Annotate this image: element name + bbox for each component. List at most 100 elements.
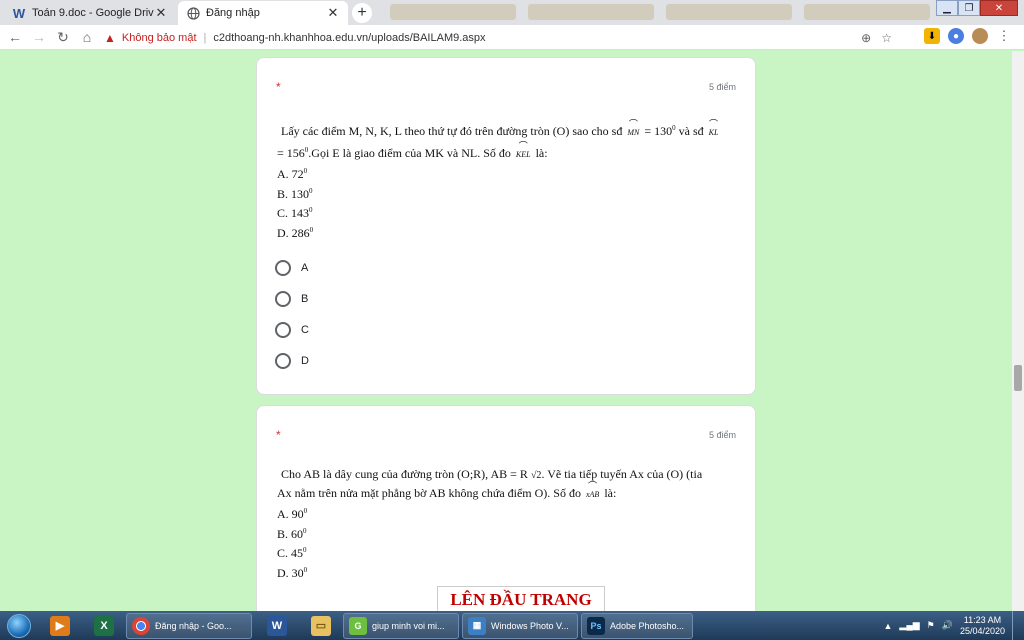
show-desktop-button[interactable] — [1012, 611, 1020, 640]
angle-notation: xAB — [584, 478, 602, 504]
task-greenshot[interactable]: G giup minh voi mi... — [343, 612, 459, 639]
window-controls: ▁ ❐ ✕ — [936, 0, 1018, 16]
question-text-part: Cho AB là dây cung của đường tròn (O;R),… — [281, 467, 528, 481]
tab-google-drive[interactable]: W Toán 9.doc - Google Drive ✕ — [4, 1, 176, 25]
answer-choice: C. 143 — [277, 206, 310, 220]
security-label: Không bảo mật — [121, 31, 197, 44]
page-content: * 5 điểm Lấy các điểm M, N, K, L theo th… — [0, 51, 1024, 611]
bookmark-star-icon[interactable]: ☆ — [881, 31, 892, 45]
task-label: giup minh voi mi... — [372, 620, 445, 631]
menu-icon[interactable]: ⋮ — [996, 28, 1012, 44]
reload-icon[interactable]: ↻ — [51, 29, 75, 46]
avatar[interactable] — [972, 28, 988, 44]
option-label: B — [301, 293, 309, 305]
pinned-media-player[interactable]: ▶ — [38, 612, 82, 639]
radio-button[interactable] — [275, 322, 291, 338]
answer-choice: D. 30 — [277, 565, 304, 580]
option-label: D — [301, 355, 309, 367]
clock[interactable]: 11:23 AM 25/04/2020 — [960, 615, 1005, 637]
answer-choice: B. 130 — [277, 186, 310, 201]
radio-option-a[interactable]: A — [275, 260, 308, 276]
close-tab-icon[interactable]: ✕ — [154, 5, 168, 21]
windows-taskbar: ▶ X Đăng nhập - Goo... W ▭ G giup minh v… — [0, 611, 1024, 640]
tab-title: Toán 9.doc - Google Drive — [32, 7, 154, 19]
word-icon: W — [267, 615, 287, 636]
address-bar[interactable]: ▲ Không bảo mật | c2dthoang-nh.khanhhoa.… — [104, 27, 914, 48]
degree-superscript: 0 — [303, 167, 308, 175]
tab-dang-nhap[interactable]: Đăng nhập ✕ — [178, 1, 348, 25]
task-photo-viewer[interactable]: ▦ Windows Photo V... — [462, 612, 578, 639]
extension-icon[interactable]: ● — [948, 28, 964, 44]
extensions-area: ⬇ ● ⋮ — [924, 28, 1012, 44]
start-button[interactable] — [0, 611, 38, 640]
task-label: Đăng nhập - Goo... — [155, 620, 232, 631]
degree-superscript: 0 — [309, 206, 313, 214]
task-chrome[interactable]: Đăng nhập - Goo... — [126, 612, 252, 639]
zoom-icon[interactable]: ⊕ — [861, 31, 871, 45]
radio-option-b[interactable]: B — [275, 291, 308, 307]
radio-option-c[interactable]: C — [275, 322, 309, 338]
answer-choice: A. 90 — [277, 507, 304, 521]
points-label: 5 điểm — [708, 82, 736, 92]
option-label: A — [301, 262, 309, 274]
pinned-word[interactable]: W — [255, 612, 299, 639]
home-icon[interactable]: ⌂ — [75, 29, 99, 45]
answer-choice: D. 286 — [277, 225, 310, 240]
question-text-part: là: — [601, 485, 617, 500]
download-extension-icon[interactable]: ⬇ — [924, 28, 940, 44]
url-text[interactable]: c2dthoang-nh.khanhhoa.edu.vn/uploads/BAI… — [213, 32, 485, 44]
forward-icon[interactable]: → — [27, 29, 51, 45]
radio-button[interactable] — [275, 291, 291, 307]
clock-time: 11:23 AM — [963, 614, 1002, 625]
degree-superscript: 0 — [303, 507, 308, 515]
minimize-button[interactable]: ▁ — [936, 0, 958, 16]
folder-icon: ▭ — [311, 615, 331, 636]
arc-notation: KL — [707, 116, 721, 142]
close-tab-icon[interactable]: ✕ — [326, 5, 340, 21]
question-text-part: Ax nằm trên nửa mặt phẳng bờ AB không ch… — [277, 485, 584, 500]
action-center-flag-icon[interactable]: ⚑ — [927, 620, 935, 631]
scrollbar-thumb[interactable] — [1014, 365, 1022, 391]
security-indicator[interactable]: ▲ Không bảo mật — [104, 31, 197, 45]
question-text-part: = 156 — [277, 145, 305, 160]
media-player-icon: ▶ — [50, 615, 70, 636]
task-photoshop[interactable]: Ps Adobe Photosho... — [581, 612, 693, 639]
new-tab-button[interactable]: + — [352, 3, 372, 23]
windows-orb-icon — [7, 613, 31, 638]
maximize-button[interactable]: ❐ — [958, 0, 980, 16]
answer-choice: A. 72 — [277, 167, 304, 181]
network-signal-icon[interactable]: ▂▄▆ — [899, 620, 919, 631]
question-text-part: là: — [532, 145, 548, 160]
degree-superscript: 0 — [303, 565, 308, 574]
question-text-part: và sđ — [675, 124, 704, 138]
background-window-tabs — [390, 4, 930, 20]
browser-tab-strip: W Toán 9.doc - Google Drive ✕ Đăng nhập … — [0, 0, 1024, 25]
clock-date: 25/04/2020 — [959, 625, 1005, 636]
degree-superscript: 0 — [309, 186, 313, 195]
browser-toolbar: ← → ↻ ⌂ ▲ Không bảo mật | c2dthoang-nh.k… — [0, 25, 1024, 50]
question-text-part: .Gọi E là giao điểm của MK và NL. Số đo — [308, 145, 514, 160]
system-tray: ▲ ▂▄▆ ⚑ 🔊 11:23 AM 25/04/2020 — [884, 611, 1021, 640]
question-text: Cho AB là dây cung của đường tròn (O;R),… — [277, 466, 737, 581]
separator: | — [203, 31, 207, 44]
radio-button[interactable] — [275, 260, 291, 276]
degree-superscript: 0 — [303, 546, 307, 554]
pinned-excel[interactable]: X — [82, 612, 126, 639]
back-icon[interactable]: ← — [3, 29, 27, 45]
volume-icon[interactable]: 🔊 — [942, 620, 953, 631]
close-window-button[interactable]: ✕ — [980, 0, 1018, 16]
show-hidden-icons-icon[interactable]: ▲ — [884, 621, 893, 631]
answer-choice: B. 60 — [277, 526, 304, 541]
pinned-explorer[interactable]: ▭ — [299, 612, 343, 639]
radio-option-d[interactable]: D — [275, 353, 309, 369]
globe-icon — [186, 6, 200, 20]
page-scrollbar[interactable] — [1012, 51, 1024, 611]
question-text-part: . Vẽ tia tiếp tuyến Ax của (O) (tia — [541, 467, 703, 481]
back-to-top-button[interactable]: LÊN ĐẦU TRANG — [437, 586, 605, 611]
radio-button[interactable] — [275, 353, 291, 369]
warning-icon: ▲ — [104, 30, 116, 45]
question-text: Lấy các điểm M, N, K, L theo thứ tự đó t… — [277, 116, 737, 241]
word-icon: W — [12, 5, 26, 21]
answer-choice: C. 45 — [277, 546, 304, 560]
required-mark: * — [276, 428, 281, 442]
